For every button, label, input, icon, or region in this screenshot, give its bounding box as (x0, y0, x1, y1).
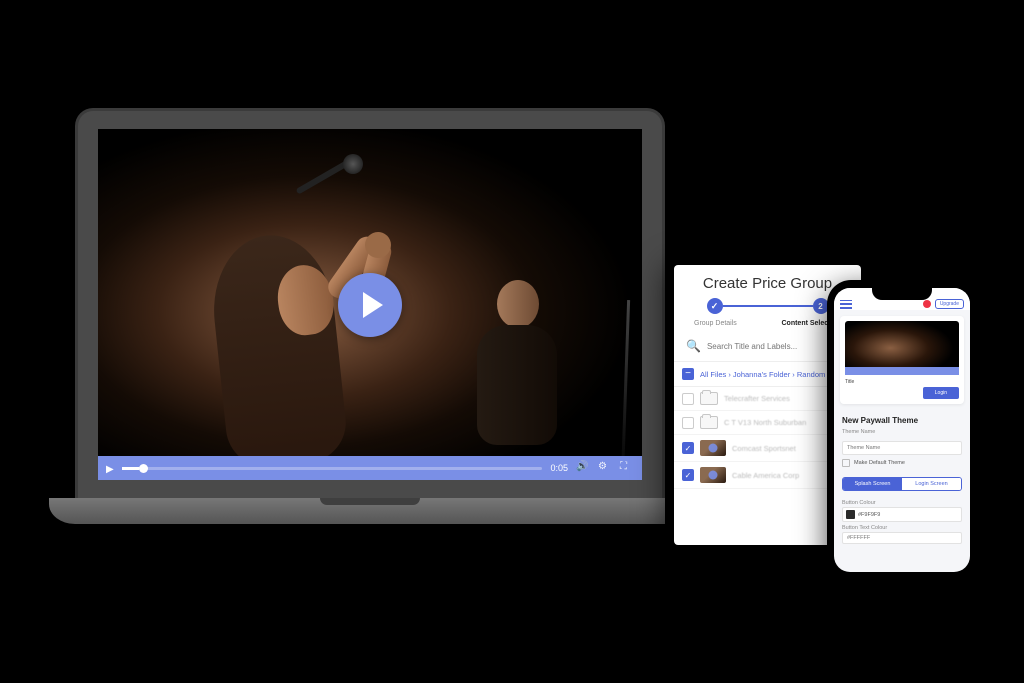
section-title: New Paywall Theme (842, 416, 962, 425)
row-label: Cable America Corp (732, 471, 799, 480)
colour-swatch-icon (846, 510, 855, 519)
login-button[interactable]: Login (923, 387, 959, 399)
volume-icon[interactable]: 🔊 (576, 461, 590, 475)
hamburger-icon[interactable] (840, 300, 852, 309)
theme-name-label: Theme Name (842, 429, 962, 435)
row-label: Comcast Sportsnet (732, 444, 796, 453)
default-theme-label: Make Default Theme (854, 460, 905, 466)
step-1-dot[interactable] (707, 298, 723, 314)
select-all-checkbox[interactable] (682, 368, 694, 380)
tab-login-screen[interactable]: Login Screen (902, 478, 961, 490)
screen-tabs: Splash Screen Login Screen (842, 477, 962, 491)
row-checkbox[interactable] (682, 442, 694, 454)
laptop-base (49, 498, 691, 524)
paywall-preview-card: Title Login (840, 316, 964, 404)
default-theme-checkbox[interactable] (842, 459, 850, 467)
notification-icon[interactable] (923, 300, 931, 308)
button-colour-input[interactable]: #F9F9F9 (842, 507, 962, 522)
phone-screen: Upgrade Title Login New Paywall Theme Th… (834, 288, 970, 572)
phone-device: Upgrade Title Login New Paywall Theme Th… (827, 280, 977, 580)
row-label: C T V13 North Suburban (724, 418, 806, 427)
breadcrumb[interactable]: All Files › Johanna's Folder › Random (700, 370, 825, 379)
row-checkbox[interactable] (682, 469, 694, 481)
performer-singer (178, 210, 408, 480)
preview-title: Title (845, 379, 854, 385)
button-text-colour-input[interactable]: #FFFFFF (842, 532, 962, 544)
elapsed-time: 0:05 (550, 463, 568, 473)
row-checkbox[interactable] (682, 393, 694, 405)
theme-name-input[interactable] (842, 441, 962, 455)
phone-notch (872, 288, 932, 300)
tab-splash-screen[interactable]: Splash Screen (843, 478, 902, 490)
upgrade-button[interactable]: Upgrade (935, 299, 964, 309)
button-colour-label: Button Colour (842, 500, 962, 506)
search-icon: 🔍 (686, 339, 701, 353)
seek-bar[interactable] (122, 467, 543, 470)
settings-icon[interactable]: ⚙ (598, 461, 612, 475)
row-checkbox[interactable] (682, 417, 694, 429)
video-thumb-icon (700, 440, 726, 456)
video-player[interactable]: 0:05 🔊 ⚙ ⛶ (98, 129, 642, 480)
performer-guitarist (442, 280, 582, 470)
laptop-bezel: 0:05 🔊 ⚙ ⛶ (75, 108, 665, 498)
mic-stand-icon (621, 300, 630, 480)
laptop-device: 0:05 🔊 ⚙ ⛶ (75, 108, 665, 524)
step-1-label: Group Details (694, 320, 737, 327)
folder-icon (700, 392, 718, 405)
play-button[interactable] (338, 273, 402, 337)
play-pause-icon[interactable] (106, 459, 114, 477)
fullscreen-icon[interactable]: ⛶ (620, 461, 634, 475)
preview-video-thumb (845, 321, 959, 375)
video-thumb-icon (700, 467, 726, 483)
row-label: Telecrafter Services (724, 394, 790, 403)
theme-form: New Paywall Theme Theme Name Make Defaul… (834, 410, 970, 473)
video-controls-bar: 0:05 🔊 ⚙ ⛶ (98, 456, 642, 480)
folder-icon (700, 416, 718, 429)
button-text-colour-label: Button Text Colour (842, 525, 962, 531)
